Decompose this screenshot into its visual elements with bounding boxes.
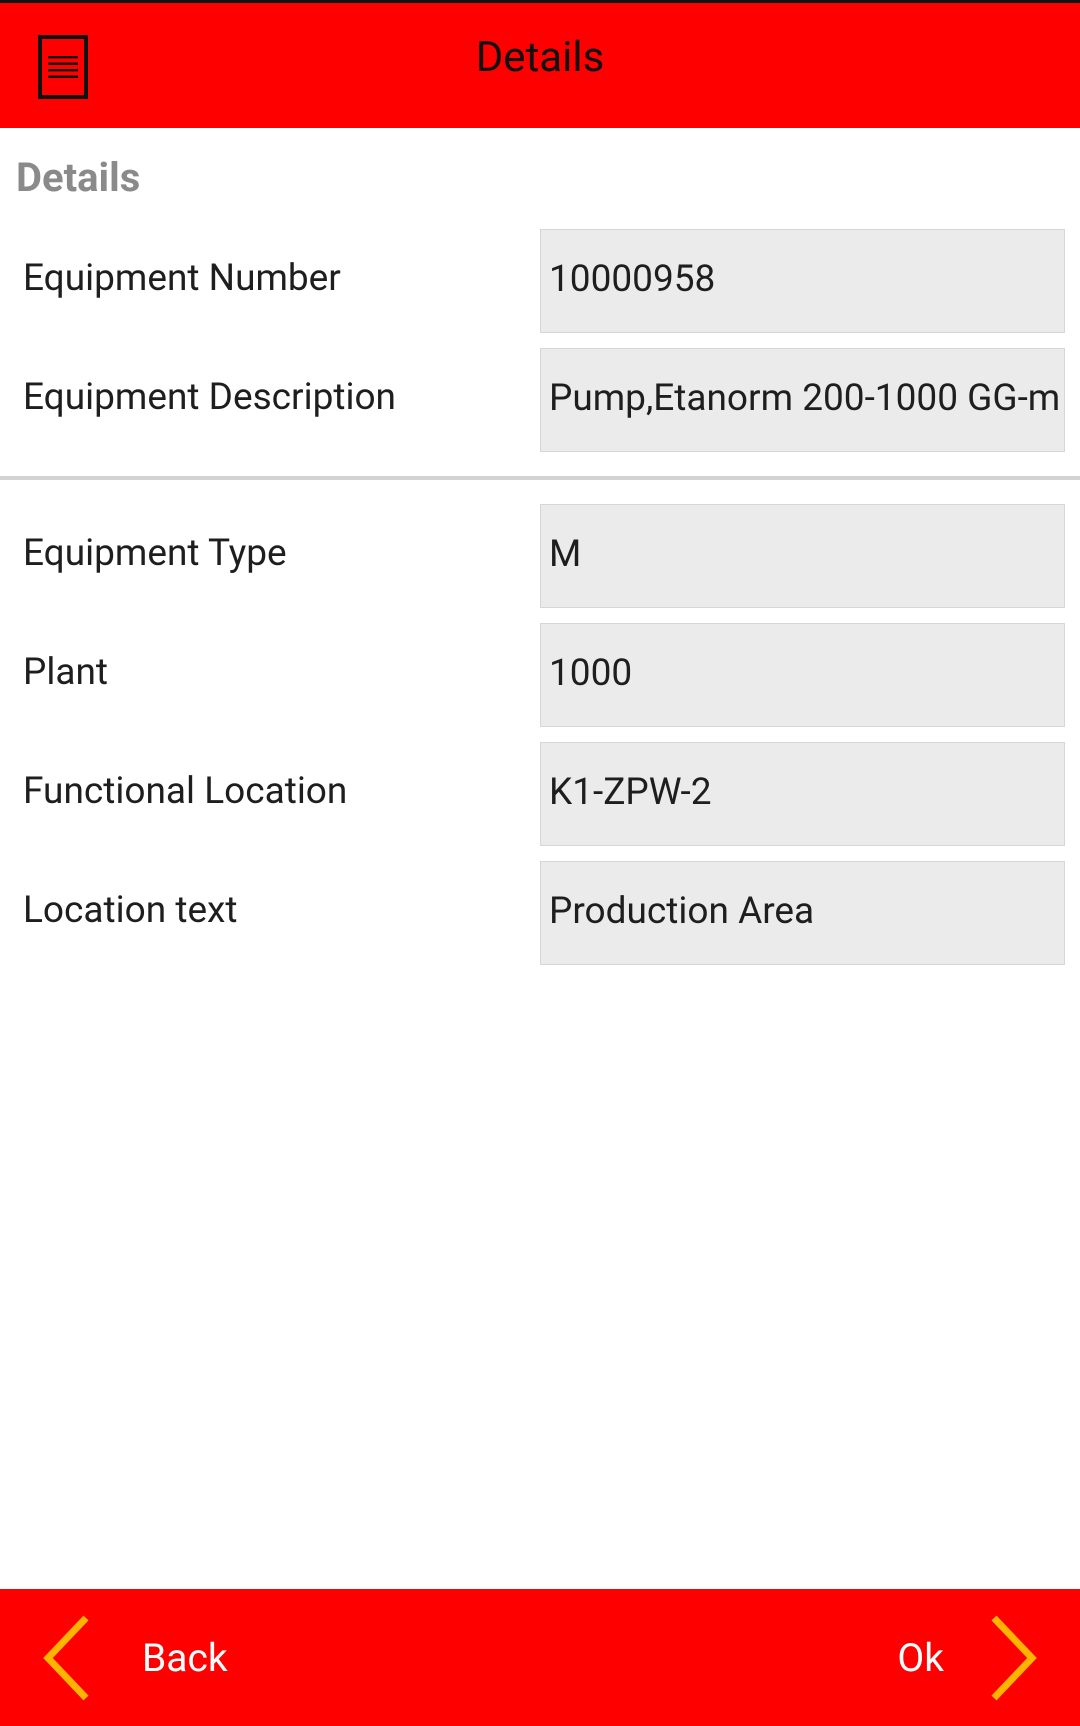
functional-location-label: Functional Location (23, 770, 348, 813)
equipment-description-field[interactable]: Pump,Etanorm 200-1000 GG-m (540, 348, 1065, 452)
location-text-field[interactable]: Production Area (540, 861, 1065, 965)
section-title: Details (16, 154, 141, 201)
chevron-right-icon (991, 1615, 1037, 1700)
plant-label: Plant (23, 651, 109, 694)
chevron-left-icon (43, 1615, 89, 1700)
ok-button[interactable]: Ok (897, 1589, 1040, 1726)
location-text-label: Location text (23, 889, 238, 932)
details-screen: Details Details Equipment Number 1000095… (0, 0, 1080, 1726)
field-row-equipment-description: Equipment Description Pump,Etanorm 200-1… (0, 348, 1080, 454)
equipment-type-field[interactable]: M (540, 504, 1065, 608)
plant-field[interactable]: 1000 (540, 623, 1065, 727)
section-divider (0, 476, 1080, 480)
field-row-functional-location: Functional Location K1-ZPW-2 (0, 742, 1080, 848)
equipment-number-field[interactable]: 10000958 (540, 229, 1065, 333)
ok-label: Ok (897, 1634, 944, 1681)
field-row-location-text: Location text Production Area (0, 861, 1080, 967)
field-row-equipment-number: Equipment Number 10000958 (0, 229, 1080, 335)
back-label: Back (142, 1634, 228, 1681)
page-title: Details (475, 33, 605, 82)
functional-location-field[interactable]: K1-ZPW-2 (540, 742, 1065, 846)
back-button[interactable]: Back (40, 1589, 228, 1726)
equipment-type-label: Equipment Type (23, 532, 287, 575)
field-row-equipment-type: Equipment Type M (0, 504, 1080, 610)
equipment-description-label: Equipment Description (23, 376, 396, 419)
bottom-bar: Back Ok (0, 1589, 1080, 1726)
field-row-plant: Plant 1000 (0, 623, 1080, 729)
app-bar: Details (0, 0, 1080, 128)
equipment-number-label: Equipment Number (23, 257, 341, 300)
